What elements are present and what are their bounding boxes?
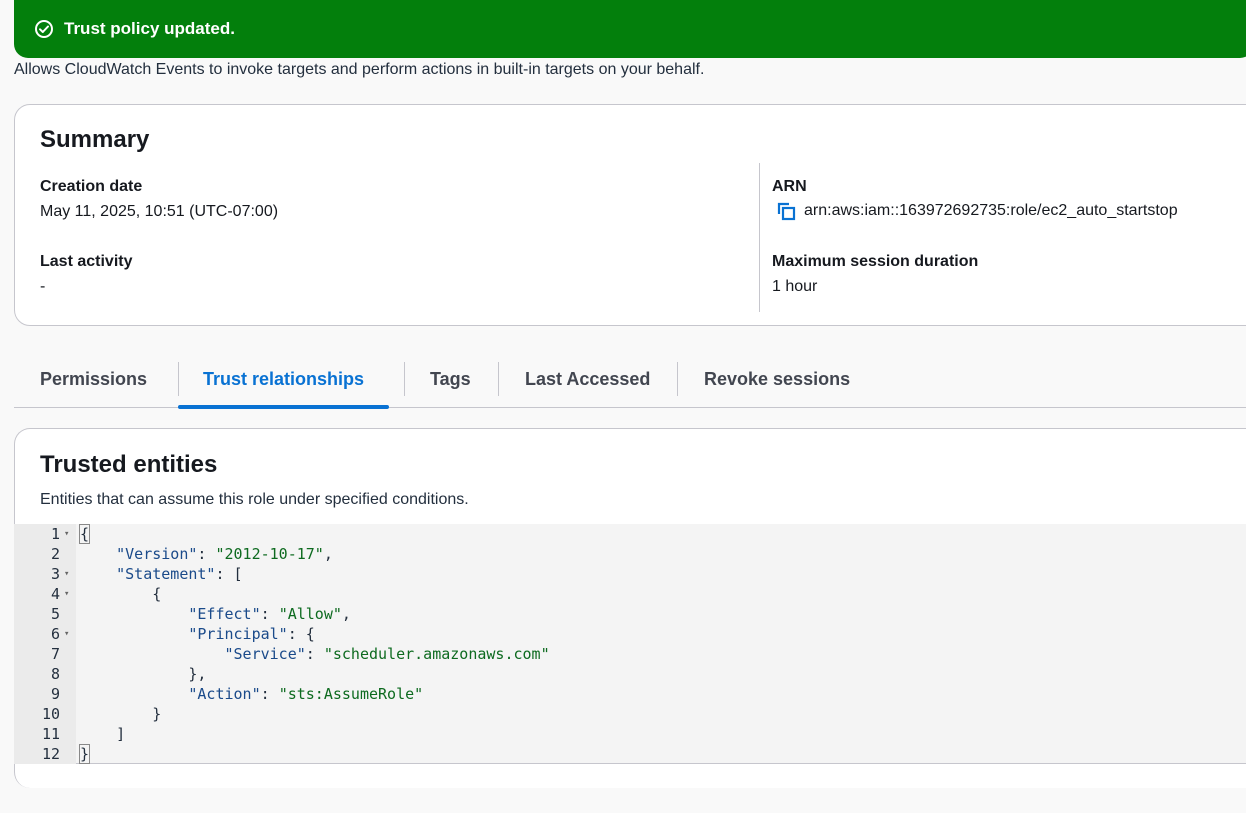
code-line: 10 } xyxy=(14,704,1246,724)
code-line: 7 "Service": "scheduler.amazonaws.com" xyxy=(14,644,1246,664)
line-number: 10 xyxy=(41,705,60,723)
code-line: 11 ] xyxy=(14,724,1246,744)
code-text: }, xyxy=(80,665,207,683)
code-text: "Effect": "Allow", xyxy=(188,605,351,623)
arn-text: arn:aws:iam::163972692735:role/ec2_auto_… xyxy=(804,202,1178,220)
line-number: 11 xyxy=(41,725,60,743)
line-number: 4 xyxy=(50,585,60,603)
fold-toggle-icon[interactable]: ▾ xyxy=(64,624,69,644)
fold-toggle-icon[interactable]: ▾ xyxy=(64,564,69,584)
trusted-entities-subtitle: Entities that can assume this role under… xyxy=(40,491,469,508)
code-text: } xyxy=(80,705,162,723)
code-line: 3 ▾ "Statement": [ xyxy=(14,564,1246,584)
line-number: 5 xyxy=(50,605,60,623)
code-text: "Principal": { xyxy=(188,625,315,643)
summary-panel: Summary Creation date May 11, 2025, 10:5… xyxy=(14,104,1246,326)
summary-title: Summary xyxy=(40,126,150,153)
code-line: 8 }, xyxy=(14,664,1246,684)
line-number: 6 xyxy=(50,625,60,643)
code-text: "Version": "2012-10-17", xyxy=(116,545,333,563)
code-line: 9 "Action": "sts:AssumeRole" xyxy=(14,684,1246,704)
code-text: "Statement": [ xyxy=(116,565,243,583)
last-activity-label: Last activity xyxy=(40,253,133,270)
fold-toggle-icon[interactable]: ▾ xyxy=(64,524,69,544)
fold-toggle-icon[interactable]: ▾ xyxy=(64,584,69,604)
line-number: 3 xyxy=(50,565,60,583)
tab-separator xyxy=(404,362,405,396)
line-number: 12 xyxy=(41,745,60,763)
arn-label: ARN xyxy=(772,178,807,195)
tab-revoke-sessions[interactable]: Revoke sessions xyxy=(704,352,850,407)
line-number: 2 xyxy=(50,545,60,563)
code-line: 5 "Effect": "Allow", xyxy=(14,604,1246,624)
check-circle-icon xyxy=(34,19,54,39)
copy-icon[interactable] xyxy=(776,201,796,221)
max-session-value: 1 hour xyxy=(772,278,818,295)
code-text: "Service": "scheduler.amazonaws.com" xyxy=(224,645,550,663)
code-line: 12} xyxy=(14,744,1246,764)
tab-separator xyxy=(677,362,678,396)
code-text: { xyxy=(80,585,162,603)
success-flash-banner: Trust policy updated. xyxy=(14,0,1246,58)
code-text: } xyxy=(78,744,91,764)
summary-divider xyxy=(759,163,760,312)
trust-policy-editor[interactable]: 1 ▾{2 "Version": "2012-10-17", 3 ▾ "Stateme… xyxy=(14,524,1246,764)
tab-separator xyxy=(178,362,179,396)
tab-separator xyxy=(498,362,499,396)
line-number: 9 xyxy=(50,685,60,703)
line-number: 1 xyxy=(50,525,60,543)
code-line: 6 ▾ "Principal": { xyxy=(14,624,1246,644)
arn-value: arn:aws:iam::163972692735:role/ec2_auto_… xyxy=(776,201,1178,221)
code-text: "Action": "sts:AssumeRole" xyxy=(188,685,424,703)
last-activity-value: - xyxy=(40,278,46,295)
code-line: 1 ▾ { xyxy=(14,524,1246,544)
tab-permissions[interactable]: Permissions xyxy=(40,352,147,407)
code-text: ] xyxy=(80,725,126,743)
tab-tags[interactable]: Tags xyxy=(430,352,471,407)
line-number: 8 xyxy=(50,665,60,683)
creation-date-label: Creation date xyxy=(40,178,143,195)
tab-last-accessed[interactable]: Last Accessed xyxy=(525,352,650,407)
code-text: { xyxy=(78,524,91,544)
role-tabs: Permissions Trust relationships Tags Las… xyxy=(14,352,1246,409)
line-number: 7 xyxy=(50,645,60,663)
trusted-entities-title: Trusted entities xyxy=(40,451,218,478)
role-description: Allows CloudWatch Events to invoke targe… xyxy=(14,61,705,78)
creation-date-value: May 11, 2025, 10:51 (UTC-07:00) xyxy=(40,203,279,220)
flash-message: Trust policy updated. xyxy=(64,19,235,38)
code-line: 2 "Version": "2012-10-17", xyxy=(14,544,1246,564)
tab-trust-relationships[interactable]: Trust relationships xyxy=(177,352,390,409)
code-line: 4 ▾ { xyxy=(14,584,1246,604)
max-session-label: Maximum session duration xyxy=(772,253,979,270)
